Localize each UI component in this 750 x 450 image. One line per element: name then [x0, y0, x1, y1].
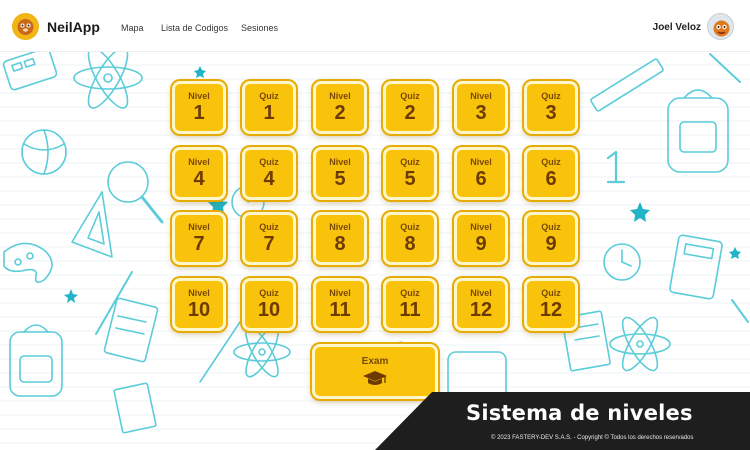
tile-number: 1	[193, 101, 205, 124]
tile-number: 9	[545, 232, 557, 255]
user-name[interactable]: Joel Veloz	[653, 22, 701, 33]
quiz-tile[interactable]: Quiz 11	[383, 278, 437, 331]
tile-kind: Quiz	[259, 287, 279, 298]
level-tile[interactable]: Nivel 4	[172, 147, 226, 200]
quiz-tile[interactable]: Quiz 5	[383, 147, 437, 200]
tile-number: 8	[334, 232, 346, 255]
level-tile[interactable]: Nivel 10	[172, 278, 226, 331]
quiz-tile[interactable]: Quiz 6	[524, 147, 578, 200]
tile-number: 3	[545, 101, 557, 124]
quiz-tile[interactable]: Quiz 2	[383, 81, 437, 134]
tile-number: 8	[404, 232, 416, 255]
nav-sesiones[interactable]: Sesiones	[241, 23, 278, 33]
tile-number: 2	[334, 101, 346, 124]
tile-number: 2	[404, 101, 416, 124]
tile-number: 4	[193, 167, 205, 190]
app-logo[interactable]	[12, 13, 39, 40]
tile-kind: Quiz	[400, 287, 420, 298]
tile-number: 10	[187, 298, 211, 321]
tile-kind: Nivel	[329, 156, 351, 167]
tile-number: 6	[475, 167, 487, 190]
nav-mapa[interactable]: Mapa	[121, 23, 144, 33]
level-tile[interactable]: Nivel 3	[454, 81, 508, 134]
tile-kind: Quiz	[541, 287, 561, 298]
tile-number: 5	[334, 167, 346, 190]
tile-kind: Nivel	[470, 221, 492, 232]
tile-number: 9	[475, 232, 487, 255]
tile-number: 12	[539, 298, 563, 321]
tile-kind: Quiz	[259, 156, 279, 167]
level-tile[interactable]: Nivel 9	[454, 212, 508, 265]
quiz-tile[interactable]: Quiz 4	[242, 147, 296, 200]
tile-kind: Nivel	[470, 156, 492, 167]
app-name[interactable]: NeilApp	[47, 19, 100, 35]
level-tile[interactable]: Nivel 5	[313, 147, 367, 200]
tile-number: 7	[263, 232, 275, 255]
tile-number: 11	[329, 298, 351, 321]
tile-number: 12	[469, 298, 493, 321]
tile-kind: Quiz	[541, 221, 561, 232]
tile-number: 11	[399, 298, 421, 321]
level-tile[interactable]: Nivel 1	[172, 81, 226, 134]
level-tile[interactable]: Nivel 6	[454, 147, 508, 200]
lion-mascot-icon	[12, 13, 39, 40]
tile-number: 5	[404, 167, 416, 190]
tile-number: 4	[263, 167, 275, 190]
level-tile[interactable]: Nivel 12	[454, 278, 508, 331]
level-tile[interactable]: Nivel 7	[172, 212, 226, 265]
tile-kind: Nivel	[188, 90, 210, 101]
banner-title: Sistema de niveles	[466, 401, 693, 425]
graduation-cap-icon	[363, 370, 387, 385]
tile-kind: Quiz	[541, 156, 561, 167]
tile-kind: Quiz	[259, 90, 279, 101]
quiz-tile[interactable]: Quiz 9	[524, 212, 578, 265]
level-tile[interactable]: Nivel 11	[313, 278, 367, 331]
tile-kind: Quiz	[259, 221, 279, 232]
tile-number: 3	[475, 101, 487, 124]
quiz-tile[interactable]: Quiz 1	[242, 81, 296, 134]
tile-kind: Quiz	[541, 90, 561, 101]
exam-button[interactable]: Exam	[312, 344, 438, 399]
tile-number: 6	[545, 167, 557, 190]
tile-kind: Nivel	[329, 221, 351, 232]
tile-kind: Nivel	[329, 90, 351, 101]
tile-kind: Nivel	[470, 90, 492, 101]
tile-kind: Nivel	[188, 156, 210, 167]
tile-kind: Quiz	[400, 156, 420, 167]
quiz-tile[interactable]: Quiz 12	[524, 278, 578, 331]
tile-kind: Quiz	[400, 221, 420, 232]
user-avatar[interactable]	[707, 13, 734, 40]
tile-number: 7	[193, 232, 205, 255]
top-navbar: NeilApp Mapa Lista de Codigos Sesiones J…	[0, 0, 750, 52]
quiz-tile[interactable]: Quiz 10	[242, 278, 296, 331]
nav-lista-de-codigos[interactable]: Lista de Codigos	[161, 23, 228, 33]
level-tile[interactable]: Nivel 2	[313, 81, 367, 134]
tile-number: 10	[257, 298, 281, 321]
tile-kind: Nivel	[470, 287, 492, 298]
tile-number: 1	[263, 101, 275, 124]
tile-kind: Nivel	[188, 287, 210, 298]
tile-kind: Nivel	[188, 221, 210, 232]
tile-kind: Quiz	[400, 90, 420, 101]
quiz-tile[interactable]: Quiz 3	[524, 81, 578, 134]
avatar-mascot-icon	[708, 14, 733, 39]
level-tile[interactable]: Nivel 8	[313, 212, 367, 265]
tile-kind: Nivel	[329, 287, 351, 298]
quiz-tile[interactable]: Quiz 7	[242, 212, 296, 265]
copyright-text: © 2023 FASTERY-DEV S.A.S. - Copyright © …	[491, 435, 694, 441]
exam-label: Exam	[361, 355, 389, 367]
quiz-tile[interactable]: Quiz 8	[383, 212, 437, 265]
